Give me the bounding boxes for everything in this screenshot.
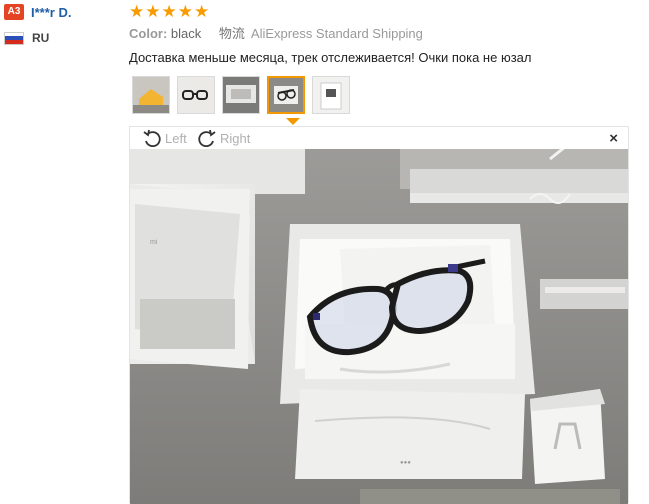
order-info: Color: black 物流 AliExpress Standard Shipp…	[129, 25, 629, 43]
close-viewer-button[interactable]: ×	[609, 130, 618, 147]
rotate-left-button[interactable]: Left	[142, 129, 187, 147]
shipping-value: AliExpress Standard Shipping	[250, 26, 423, 41]
star-icon: ★	[145, 1, 161, 21]
russia-flag-icon	[4, 31, 24, 45]
svg-text:●●●: ●●●	[400, 460, 411, 466]
rotate-right-label: Right	[220, 130, 251, 146]
reviewer-name-link[interactable]: I***r D.	[31, 5, 71, 20]
star-rating: ★ ★ ★ ★ ★	[129, 0, 629, 22]
photo-glasses-box-thumb[interactable]	[267, 76, 305, 114]
star-icon: ★	[161, 1, 177, 21]
photo-label-thumb[interactable]	[312, 76, 350, 114]
photo-thumbnails	[132, 76, 357, 114]
svg-text:mi: mi	[150, 239, 158, 246]
review-content: ★ ★ ★ ★ ★ Color: black 物流 AliExpress Stan…	[129, 0, 629, 67]
viewer-toolbar: Left Right ×	[130, 127, 628, 149]
active-thumb-indicator	[286, 118, 300, 125]
star-icon: ★	[194, 1, 210, 21]
rotate-right-icon	[198, 129, 216, 147]
review-photo: mi ●●●	[130, 149, 628, 504]
country-row: RU	[4, 28, 122, 48]
buyer-level-badge: A3	[4, 4, 24, 20]
photo-box-thumb[interactable]	[222, 76, 260, 114]
color-value: black	[170, 26, 202, 41]
rotate-left-icon	[143, 129, 161, 147]
country-code: RU	[32, 31, 50, 45]
color-label: Color:	[129, 26, 168, 41]
star-icon: ★	[129, 1, 145, 21]
reviewer-row: A3 I***r D.	[4, 2, 122, 22]
reviewer-info: A3 I***r D. RU	[4, 2, 122, 48]
rotate-right-button[interactable]: Right	[197, 129, 250, 147]
photo-glasses-thumb[interactable]	[177, 76, 215, 114]
star-icon: ★	[177, 1, 193, 21]
rotate-left-label: Left	[165, 130, 187, 146]
photo-cheese-thumb[interactable]	[132, 76, 170, 114]
shipping-label: 物流	[218, 26, 245, 41]
review-comment: Доставка меньше месяца, трек отслеживает…	[129, 50, 532, 65]
photo-viewer: Left Right × mi ●●●	[129, 126, 629, 504]
